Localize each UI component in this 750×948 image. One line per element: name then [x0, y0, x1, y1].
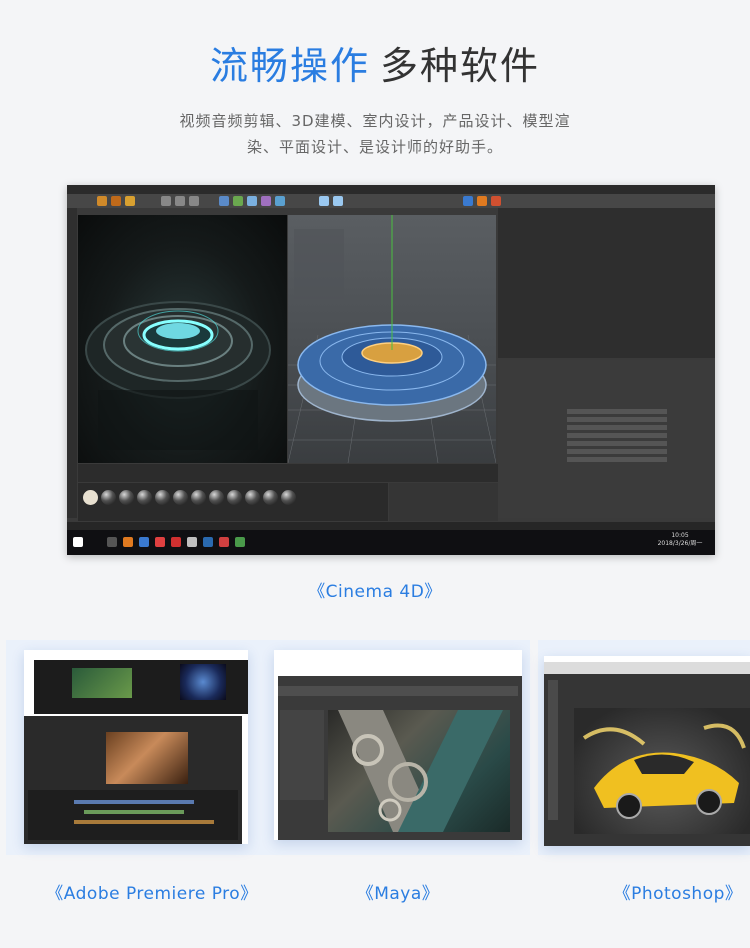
photoshop-screenshot [544, 656, 750, 846]
tool-icon [477, 196, 487, 206]
tool-icon [333, 196, 343, 206]
material-swatch[interactable] [245, 490, 260, 505]
taskbar-app-icon[interactable] [171, 537, 181, 547]
caption-premiere: 《Adobe Premiere Pro》 [46, 884, 258, 904]
tool-icon [125, 196, 135, 206]
attribute-slider[interactable] [567, 417, 667, 422]
tool-icon [175, 196, 185, 206]
taskbar-app-icon[interactable] [139, 537, 149, 547]
tool-icon [189, 196, 199, 206]
pr-clip [74, 800, 194, 804]
maya-screenshot [274, 650, 522, 840]
tool-icon [275, 196, 285, 206]
tool-icon [97, 196, 107, 206]
attribute-slider[interactable] [567, 409, 667, 414]
windows-logo-icon[interactable] [73, 537, 83, 547]
tool-icon [233, 196, 243, 206]
page-title: 流畅操作 多种软件 [0, 40, 750, 92]
wireframe-disc [288, 215, 496, 463]
pr-timeline [28, 790, 238, 840]
material-swatch[interactable] [173, 490, 188, 505]
taskbar-time: 10:05 [671, 532, 689, 539]
attribute-slider[interactable] [567, 441, 667, 446]
attribute-slider[interactable] [567, 457, 667, 462]
pr-clip [74, 820, 214, 824]
material-swatch[interactable] [155, 490, 170, 505]
pr-preview-thumb [72, 668, 132, 698]
cinema4d-screenshot: 10:05 2018/3/26/周一 [67, 185, 715, 555]
material-swatch[interactable] [227, 490, 242, 505]
attribute-slider[interactable] [567, 433, 667, 438]
c4d-menubar [67, 185, 715, 194]
animation-timeline[interactable] [78, 464, 498, 482]
caption-photoshop: 《Photoshop》 [613, 884, 743, 904]
wireframe-viewport [288, 215, 496, 463]
pr-program-monitor [106, 732, 188, 784]
pr-preview-thumb [180, 664, 226, 700]
pr-clip [84, 810, 184, 814]
taskbar-app-icon[interactable] [203, 537, 213, 547]
taskbar-app-icon[interactable] [219, 537, 229, 547]
attribute-slider[interactable] [567, 449, 667, 454]
c4d-left-toolstrip [67, 208, 77, 518]
taskbar-app-icon[interactable] [107, 537, 117, 547]
attribute-slider[interactable] [567, 425, 667, 430]
tool-icon [261, 196, 271, 206]
yellow-car-image [582, 723, 746, 819]
tool-icon [463, 196, 473, 206]
material-swatch[interactable] [263, 490, 278, 505]
tool-icon [491, 196, 501, 206]
tool-icon [111, 196, 121, 206]
ps-canvas [574, 708, 750, 834]
tool-icon [247, 196, 257, 206]
maya-toolbar [278, 686, 518, 696]
attribute-manager-panel [498, 360, 715, 518]
taskbar-date: 2018/3/26/周一 [657, 540, 703, 547]
coordinate-manager [389, 483, 498, 521]
taskbar-app-icon[interactable] [187, 537, 197, 547]
c4d-statusbar [67, 522, 715, 530]
tool-icon [319, 196, 329, 206]
title-accent: 流畅操作 [209, 44, 370, 88]
caption-maya: 《Maya》 [356, 884, 440, 904]
tool-icon [161, 196, 171, 206]
premiere-screenshot [24, 650, 248, 844]
ps-tools-panel [548, 680, 558, 820]
glowing-disc-render [85, 301, 271, 450]
material-swatch[interactable] [281, 490, 296, 505]
object-manager-panel [498, 208, 715, 358]
gear-x-render [338, 710, 503, 832]
material-swatch[interactable] [191, 490, 206, 505]
maya-viewport [328, 710, 510, 832]
title-rest: 多种软件 [380, 44, 541, 88]
caption-cinema4d: 《Cinema 4D》 [308, 582, 442, 602]
material-swatch[interactable] [209, 490, 224, 505]
ps-menubar [544, 662, 750, 674]
material-swatch[interactable] [83, 490, 98, 505]
taskbar-clock: 10:05 2018/3/26/周一 [655, 532, 705, 548]
taskbar-app-icon[interactable] [155, 537, 165, 547]
render-viewport [78, 215, 287, 463]
material-swatch[interactable] [137, 490, 152, 505]
taskbar-app-icon[interactable] [235, 537, 245, 547]
tool-icon [219, 196, 229, 206]
taskbar-app-icon[interactable] [123, 537, 133, 547]
material-swatch[interactable] [119, 490, 134, 505]
material-swatch[interactable] [101, 490, 116, 505]
page-subtitle: 视频音频剪辑、3D建模、室内设计，产品设计、模型渲染、平面设计、是设计师的好助手… [179, 112, 571, 156]
maya-side-panel [280, 710, 324, 800]
